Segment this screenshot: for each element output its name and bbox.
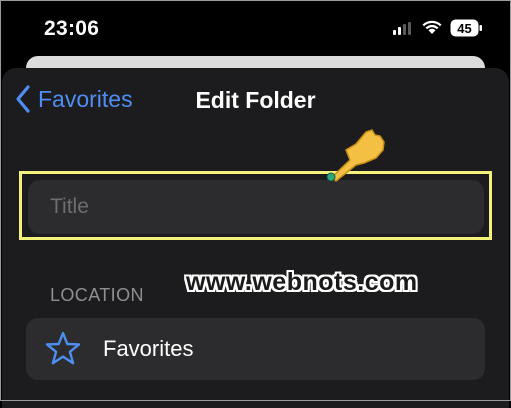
status-bar: 23:06 45 <box>0 0 511 58</box>
location-favorites-row[interactable]: Favorites <box>26 318 485 380</box>
battery-level: 45 <box>457 21 471 36</box>
watermark: www.webnots.com <box>186 268 418 296</box>
location-item-label: Favorites <box>103 336 194 361</box>
pointing-hand-icon <box>326 129 385 183</box>
star-icon <box>45 331 81 365</box>
location-section-label: LOCATION <box>50 285 144 305</box>
cellular-signal-icon <box>393 22 411 35</box>
wifi-icon <box>422 20 442 34</box>
status-time: 23:06 <box>44 17 100 40</box>
folder-title-input[interactable] <box>28 180 484 234</box>
page-title: Edit Folder <box>195 87 316 113</box>
battery-icon: 45 <box>450 19 482 37</box>
